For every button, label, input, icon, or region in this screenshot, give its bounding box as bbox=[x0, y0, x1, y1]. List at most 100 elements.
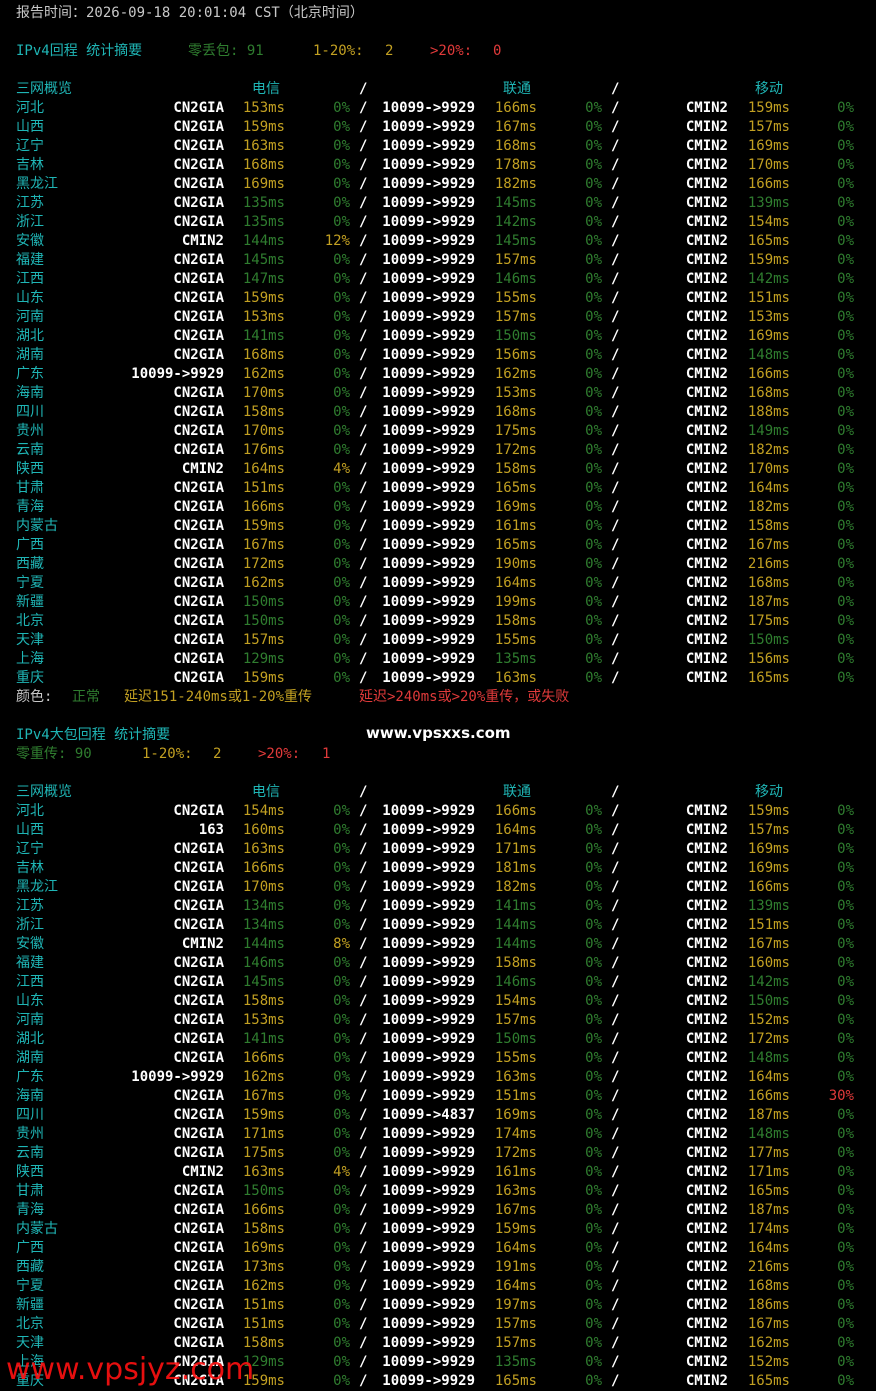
cu-route: 10099->9929 bbox=[382, 670, 475, 686]
row-sep: / bbox=[359, 347, 368, 363]
cm-loss: 0% bbox=[837, 271, 854, 287]
cu-route: 10099->9929 bbox=[382, 461, 475, 477]
ct-route: CN2GIA bbox=[173, 879, 224, 895]
ct-loss: 0% bbox=[333, 1221, 350, 1237]
cm-latency: 182ms bbox=[747, 442, 790, 458]
cu-route: 10099->9929 bbox=[382, 214, 475, 230]
cm-latency: 169ms bbox=[747, 841, 790, 857]
cm-latency: 186ms bbox=[747, 1297, 790, 1313]
cm-loss: 0% bbox=[837, 423, 854, 439]
row-sep: / bbox=[611, 309, 620, 325]
cu-latency: 171ms bbox=[494, 841, 537, 857]
province-label: 河南 bbox=[16, 309, 44, 325]
row-sep: / bbox=[611, 1240, 620, 1256]
cu-latency: 174ms bbox=[494, 1126, 537, 1142]
ct-route: CN2GIA bbox=[173, 442, 224, 458]
cu-route: 10099->9929 bbox=[382, 271, 475, 287]
cu-latency: 197ms bbox=[494, 1297, 537, 1313]
stat-item: >20%: bbox=[258, 746, 301, 762]
cu-route: 10099->9929 bbox=[382, 1240, 475, 1256]
ct-latency: 135ms bbox=[242, 214, 285, 230]
cu-latency: 159ms bbox=[494, 1221, 537, 1237]
cu-loss: 0% bbox=[585, 879, 602, 895]
cm-loss: 0% bbox=[837, 1354, 854, 1370]
cu-loss: 0% bbox=[585, 461, 602, 477]
cu-route: 10099->9929 bbox=[382, 575, 475, 591]
cm-latency: 158ms bbox=[747, 518, 790, 534]
cm-route: CMIN2 bbox=[685, 252, 728, 268]
ct-route: CN2GIA bbox=[173, 1316, 224, 1332]
row-sep: / bbox=[359, 1202, 368, 1218]
cm-latency: 177ms bbox=[747, 1145, 790, 1161]
cm-latency: 167ms bbox=[747, 537, 790, 553]
ct-latency: 129ms bbox=[242, 651, 285, 667]
table-row: 辽宁 CN2GIA 163ms 0% / 10099->9929 171ms 0% / CMIN2… bbox=[0, 840, 876, 859]
table-row: 陕西 CMIN2 164ms 4% / 10099->9929 158ms 0% / CMIN2 1… bbox=[0, 460, 876, 479]
ct-latency: 153ms bbox=[242, 100, 285, 116]
cu-loss: 0% bbox=[585, 1107, 602, 1123]
cm-route: CMIN2 bbox=[685, 1164, 728, 1180]
cu-loss: 0% bbox=[585, 1126, 602, 1142]
cm-header: 移动 bbox=[755, 81, 783, 97]
cu-route: 10099->9929 bbox=[382, 385, 475, 401]
cu-route: 10099->9929 bbox=[382, 1050, 475, 1066]
cu-latency: 169ms bbox=[494, 1107, 537, 1123]
province-label: 福建 bbox=[16, 955, 44, 971]
cm-route: CMIN2 bbox=[685, 1259, 728, 1275]
table-row: 江苏 CN2GIA 135ms 0% / 10099->9929 145ms 0% / CMIN2… bbox=[0, 194, 876, 213]
province-label: 天津 bbox=[16, 632, 44, 648]
row-sep: / bbox=[611, 993, 620, 1009]
ct-route: CN2GIA bbox=[173, 347, 224, 363]
province-label: 云南 bbox=[16, 442, 44, 458]
row-sep: / bbox=[611, 1335, 620, 1351]
row-sep: / bbox=[611, 480, 620, 496]
ct-loss: 0% bbox=[333, 309, 350, 325]
cu-loss: 0% bbox=[585, 195, 602, 211]
cu-route: 10099->9929 bbox=[382, 1202, 475, 1218]
ct-latency: 168ms bbox=[242, 347, 285, 363]
cu-latency: 155ms bbox=[494, 1050, 537, 1066]
province-label: 辽宁 bbox=[16, 138, 44, 154]
row-sep: / bbox=[611, 1126, 620, 1142]
ct-latency: 172ms bbox=[242, 556, 285, 572]
cu-loss: 0% bbox=[585, 556, 602, 572]
row-sep: / bbox=[611, 1088, 620, 1104]
ct-latency: 144ms bbox=[242, 936, 285, 952]
cu-route: 10099->9929 bbox=[382, 651, 475, 667]
cu-latency: 166ms bbox=[494, 100, 537, 116]
row-sep: / bbox=[611, 290, 620, 306]
cm-route: CMIN2 bbox=[685, 1297, 728, 1313]
cm-route: CMIN2 bbox=[685, 822, 728, 838]
cu-route: 10099->9929 bbox=[382, 613, 475, 629]
row-sep: / bbox=[359, 480, 368, 496]
cu-loss: 0% bbox=[585, 822, 602, 838]
cu-loss: 0% bbox=[585, 290, 602, 306]
cu-loss: 0% bbox=[585, 385, 602, 401]
table-row: 新疆 CN2GIA 151ms 0% / 10099->9929 197ms 0% / CMIN2… bbox=[0, 1296, 876, 1315]
row-sep: / bbox=[359, 1221, 368, 1237]
cu-latency: 165ms bbox=[494, 537, 537, 553]
cm-loss: 0% bbox=[837, 138, 854, 154]
cm-loss: 0% bbox=[837, 518, 854, 534]
ct-latency: 153ms bbox=[242, 1012, 285, 1028]
cm-loss: 0% bbox=[837, 328, 854, 344]
ct-latency: 175ms bbox=[242, 1145, 285, 1161]
cm-route: CMIN2 bbox=[685, 309, 728, 325]
ct-loss: 0% bbox=[333, 1088, 350, 1104]
cm-latency: 216ms bbox=[747, 1259, 790, 1275]
cu-loss: 0% bbox=[585, 1183, 602, 1199]
cm-route: CMIN2 bbox=[685, 575, 728, 591]
cm-route: CMIN2 bbox=[685, 480, 728, 496]
province-label: 河北 bbox=[16, 100, 44, 116]
table-row: 安徽 CMIN2 144ms 8% / 10099->9929 144ms 0% / CMIN2 1… bbox=[0, 935, 876, 954]
row-sep: / bbox=[611, 803, 620, 819]
table-row: 河南 CN2GIA 153ms 0% / 10099->9929 157ms 0% / CMIN2… bbox=[0, 308, 876, 327]
table-row: 福建 CN2GIA 146ms 0% / 10099->9929 158ms 0% / CMIN2… bbox=[0, 954, 876, 973]
row-sep: / bbox=[611, 499, 620, 515]
row-sep: / bbox=[611, 1278, 620, 1294]
cm-loss: 0% bbox=[837, 480, 854, 496]
row-sep: / bbox=[611, 404, 620, 420]
cu-route: 10099->9929 bbox=[382, 518, 475, 534]
table-row: 湖北 CN2GIA 141ms 0% / 10099->9929 150ms 0% / CMIN2… bbox=[0, 327, 876, 346]
ct-route: CN2GIA bbox=[173, 1031, 224, 1047]
